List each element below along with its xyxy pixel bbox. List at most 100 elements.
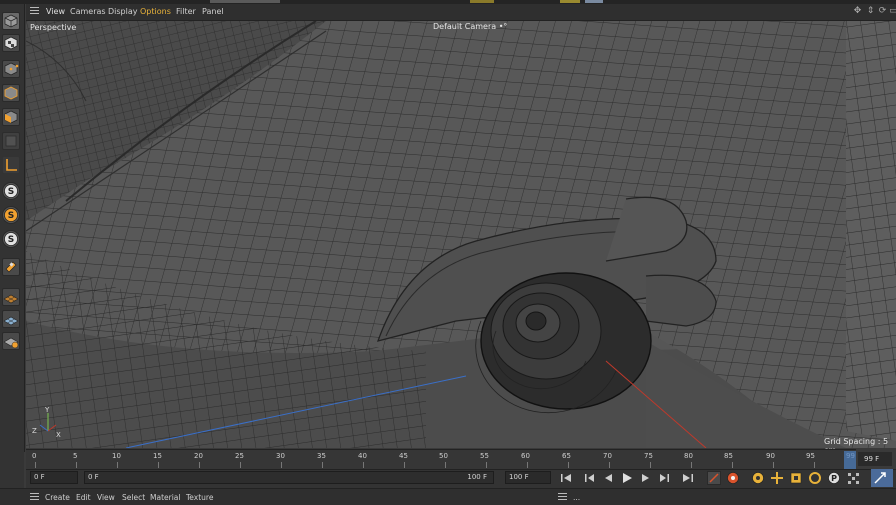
prev-key-icon[interactable]: [583, 471, 597, 485]
record-icon[interactable]: [726, 471, 740, 485]
projection-label[interactable]: Perspective: [30, 23, 76, 32]
menu-display[interactable]: Display: [108, 7, 138, 16]
scale-key-icon[interactable]: [789, 471, 803, 485]
menu-panel[interactable]: Panel: [202, 7, 224, 16]
tick: [568, 462, 569, 468]
move-view-icon[interactable]: ✥: [853, 7, 862, 16]
perspective-viewport[interactable]: Y Z X: [26, 21, 896, 448]
magnet-icon[interactable]: [2, 258, 20, 276]
grid-lock-icon[interactable]: [2, 332, 20, 350]
svg-text:S: S: [8, 211, 14, 221]
rotate-key-icon[interactable]: [808, 471, 822, 485]
tick: [35, 462, 36, 468]
workplane-icon[interactable]: [2, 288, 20, 306]
tick-label: 70: [603, 452, 612, 460]
play-icon[interactable]: [620, 471, 634, 485]
menu-create[interactable]: Create: [45, 493, 70, 502]
tick: [404, 462, 405, 468]
tick: [445, 462, 446, 468]
rotate-view-icon[interactable]: ⟳: [878, 7, 887, 16]
end-frame-field[interactable]: 100 F: [505, 471, 551, 484]
camera-label[interactable]: Default Camera •°: [433, 22, 507, 31]
maximize-view-icon[interactable]: ▭: [889, 7, 896, 16]
tick-label: 30: [276, 452, 285, 460]
next-key-icon[interactable]: [657, 471, 671, 485]
current-frame-display: 99 F: [858, 452, 892, 466]
go-to-start-icon[interactable]: [559, 471, 573, 485]
tick: [322, 462, 323, 468]
snap-icon[interactable]: S: [2, 182, 20, 200]
axis-x-label: X: [56, 431, 61, 439]
tick: [814, 462, 815, 468]
preview-range-slider[interactable]: 0 F 100 F: [84, 471, 494, 484]
tick: [486, 462, 487, 468]
param-key-icon[interactable]: P: [827, 471, 841, 485]
tick-label: 10: [112, 452, 121, 460]
axis-y-label: Y: [44, 406, 50, 414]
left-toolbar: S S S: [0, 4, 25, 452]
menu-texture[interactable]: Texture: [186, 493, 213, 502]
menu-cameras[interactable]: Cameras: [70, 7, 106, 16]
next-frame-icon[interactable]: [639, 471, 653, 485]
tick: [281, 462, 282, 468]
max-frame-field: 100 F: [467, 473, 487, 481]
menu-icon[interactable]: [30, 7, 39, 16]
tick-label: 55: [480, 452, 489, 460]
pla-key-icon[interactable]: [846, 471, 860, 485]
playhead[interactable]: [844, 451, 856, 469]
snap-icon-3[interactable]: S: [2, 230, 20, 248]
axis-icon[interactable]: [2, 156, 20, 174]
tick-label: 0: [32, 452, 37, 460]
menu-more[interactable]: ...: [573, 493, 580, 502]
menu-edit[interactable]: Edit: [76, 493, 91, 502]
menu-icon[interactable]: [558, 493, 567, 502]
go-to-end-icon[interactable]: [681, 471, 695, 485]
tick-label: 15: [153, 452, 162, 460]
menu-select[interactable]: Select: [122, 493, 145, 502]
menu-view[interactable]: View: [46, 7, 65, 16]
tick: [240, 462, 241, 468]
menu-icon[interactable]: [30, 493, 39, 502]
tick: [691, 462, 692, 468]
tick: [609, 462, 610, 468]
zoom-view-icon[interactable]: ⇕: [866, 7, 875, 16]
grid-plane-icon[interactable]: [2, 310, 20, 328]
svg-text:S: S: [8, 235, 14, 245]
motion-path-icon[interactable]: [707, 471, 721, 485]
cube-points-icon[interactable]: [2, 60, 20, 78]
checker-cube-icon[interactable]: [2, 34, 20, 52]
keyframe-mode-icon[interactable]: [871, 469, 893, 487]
cube-icon[interactable]: [2, 12, 20, 30]
svg-text:S: S: [8, 187, 14, 197]
svg-text:P: P: [831, 474, 837, 483]
cube-edges-icon[interactable]: [2, 84, 20, 102]
tick-label: 5: [73, 452, 78, 460]
tick-label: 25: [235, 452, 244, 460]
strip-chip: [470, 0, 494, 3]
tick: [527, 462, 528, 468]
menu-view[interactable]: View: [97, 493, 115, 502]
start-frame-field[interactable]: 0 F: [30, 471, 78, 484]
tick-label: 75: [644, 452, 653, 460]
wireframe-scene: Y Z X: [26, 21, 896, 448]
tick: [158, 462, 159, 468]
tick: [650, 462, 651, 468]
tick: [76, 462, 77, 468]
menu-options[interactable]: Options: [140, 7, 171, 16]
tick-label: 45: [399, 452, 408, 460]
timeline-ruler[interactable]: 0 5 10 15 20 25 30 35 40 45 50 55 60 65 …: [26, 449, 856, 470]
tick-label: 85: [724, 452, 733, 460]
move-key-icon[interactable]: [770, 471, 784, 485]
axis-z-label: Z: [32, 427, 37, 435]
prev-frame-icon[interactable]: [601, 471, 615, 485]
tick: [199, 462, 200, 468]
menu-filter[interactable]: Filter: [176, 7, 196, 16]
cube-polygons-icon[interactable]: [2, 108, 20, 126]
snap-icon-2[interactable]: S: [2, 206, 20, 224]
autokey-icon[interactable]: [751, 471, 765, 485]
menu-material[interactable]: Material: [150, 493, 180, 502]
strip-chip: [560, 0, 580, 3]
min-frame-field: 0 F: [88, 473, 99, 481]
tick-label: 65: [562, 452, 571, 460]
cube-dim-icon[interactable]: [2, 132, 20, 150]
